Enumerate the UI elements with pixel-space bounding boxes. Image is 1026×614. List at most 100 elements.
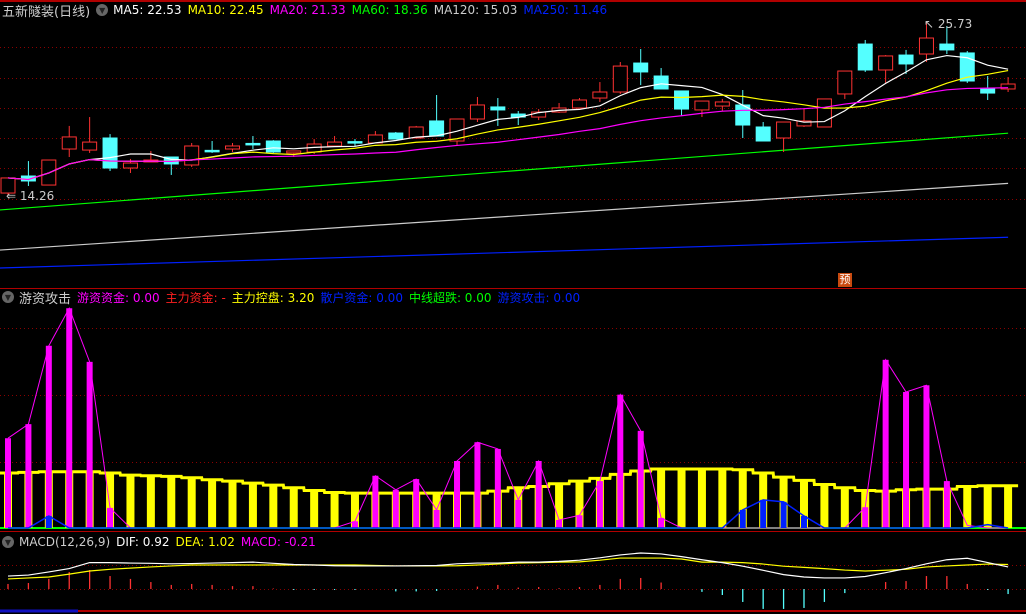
forecast-badge[interactable]: 预 (838, 273, 852, 287)
yellow-bar (228, 481, 237, 528)
legend-item: 游资攻击: 0.00 (497, 290, 581, 305)
candle-body (265, 140, 281, 153)
legend-item: 主力资金: - (165, 290, 226, 305)
candle (265, 140, 281, 153)
magenta-bar (372, 475, 379, 528)
blue-bar (760, 499, 767, 528)
yellow-bar (208, 479, 217, 528)
candle-body (980, 88, 996, 94)
candle-body (571, 99, 587, 109)
legend-item: DEA: 1.02 (175, 535, 235, 549)
legend-item: MA20: 21.33 (269, 3, 346, 17)
legend-item: 主力控盘: 3.20 (231, 290, 315, 305)
legend-item: MA5: 22.53 (113, 3, 182, 17)
indicator-title: 游资攻击 (19, 291, 72, 307)
yellow-bar (269, 485, 278, 528)
candle-body (388, 132, 404, 140)
magenta-bar (576, 515, 583, 528)
magenta-line (7, 307, 1009, 529)
yellow-bar (983, 485, 992, 528)
candle (245, 136, 261, 150)
candle (571, 98, 587, 109)
candle (204, 141, 220, 153)
short-ma-lines (7, 54, 1009, 181)
candle (674, 90, 690, 116)
macd-chart (7, 552, 1009, 609)
yellow-bar (963, 486, 972, 528)
candle-body (61, 136, 77, 150)
high-price-label: ↖ 25.73 (924, 17, 973, 31)
low-price-value: 14.26 (19, 189, 55, 203)
candle (612, 61, 628, 94)
yellow-bar (1004, 485, 1013, 528)
macd-title: MACD(12,26,9) (19, 535, 111, 549)
candle (61, 125, 77, 157)
magenta-bar (5, 438, 11, 528)
candle (388, 131, 404, 140)
chevron-down-icon[interactable]: ▼ (96, 4, 109, 16)
yellow-bar (677, 469, 686, 528)
magenta-bar (413, 479, 420, 528)
candle-body (776, 121, 792, 139)
magenta-bar (107, 507, 114, 528)
candle-body (612, 65, 628, 93)
yellow-bar (126, 475, 135, 528)
candle (633, 49, 649, 86)
ma60-line (0, 132, 1009, 211)
candle (429, 95, 445, 137)
candle-body (245, 142, 261, 146)
high-price-value: 25.73 (937, 17, 973, 31)
candle (469, 96, 485, 123)
indicator-legend: ▼ 游资攻击 游资资金: 0.00 主力资金: - 主力控盘: 3.20 散户资金: … (2, 289, 586, 307)
candle (225, 142, 241, 153)
macd-legend: ▼ MACD(12,26,9) DIF: 0.92 DEA: 1.02 MACD: … (2, 534, 322, 550)
magenta-bar (637, 430, 644, 528)
blue-bar (780, 501, 787, 528)
candle-body (755, 126, 771, 142)
candle-body (592, 91, 608, 99)
candle (755, 122, 771, 142)
candle (184, 142, 200, 167)
candle-body (816, 98, 832, 128)
magenta-bar (86, 361, 93, 528)
ma120-line (0, 182, 1009, 251)
magenta-bar (923, 385, 930, 528)
legend-item: MA250: 11.46 (523, 3, 608, 17)
candle-body (122, 162, 138, 169)
candle-body (204, 149, 220, 153)
magenta-bar (66, 308, 73, 528)
candle-body (286, 150, 302, 154)
magenta-bar (596, 481, 603, 528)
ma10-line (7, 69, 1009, 181)
chevron-down-icon[interactable]: ▼ (2, 291, 14, 303)
candle-body (429, 120, 445, 137)
candle-body (939, 43, 955, 51)
legend-item: DIF: 0.92 (116, 535, 170, 549)
chart-canvas[interactable] (0, 0, 1026, 614)
candle-body (674, 90, 690, 110)
candle-body (327, 141, 343, 147)
candle (490, 98, 506, 126)
main-legend: 五新隧装(日线) ▼ MA5: 22.53 MA10: 22.45 MA20: 21… (2, 2, 613, 20)
legend-item: 中线超跌: 0.00 (408, 290, 492, 305)
candle (82, 117, 98, 153)
legend-item: MA10: 22.45 (187, 3, 264, 17)
candle (1000, 77, 1016, 93)
ma250-line (0, 236, 1009, 269)
candle (20, 161, 36, 186)
candle-body (347, 141, 363, 144)
candle-body (225, 145, 241, 150)
candle (714, 98, 730, 112)
legend-item: MA60: 18.36 (351, 3, 428, 17)
magenta-bar (494, 448, 501, 528)
candle-body (898, 54, 914, 65)
magenta-bar (474, 442, 481, 528)
candle (776, 121, 792, 153)
candle (857, 39, 873, 72)
candle (367, 131, 383, 144)
chevron-down-icon[interactable]: ▼ (2, 536, 14, 548)
yellow-bar (187, 477, 196, 528)
candle (327, 136, 343, 147)
magenta-bar (45, 345, 52, 528)
yellow-bar (248, 483, 257, 528)
